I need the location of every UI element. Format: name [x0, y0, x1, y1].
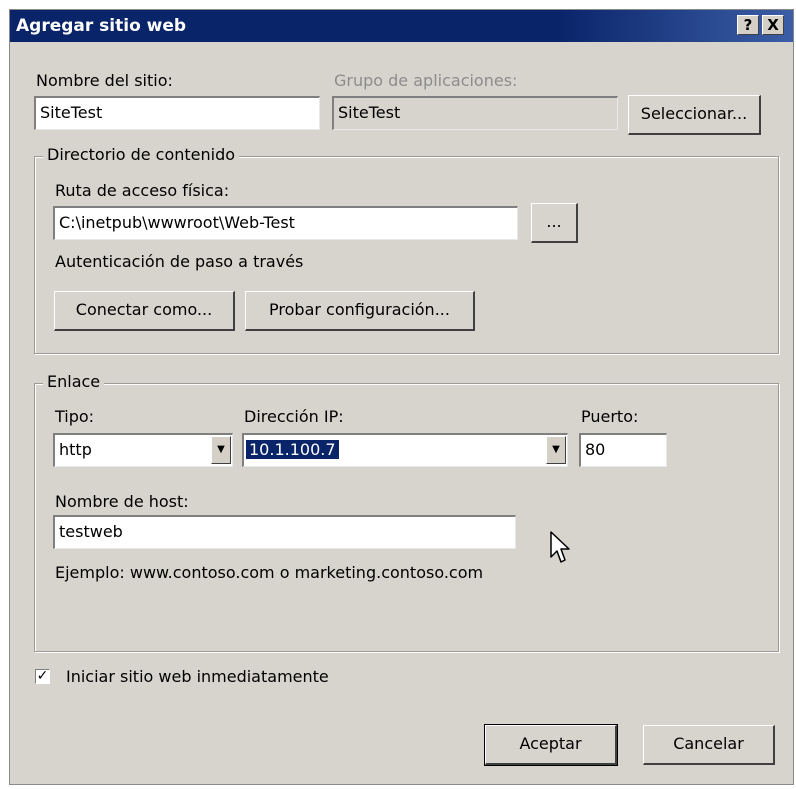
start-immediately-label: Iniciar sitio web inmediatamente: [66, 667, 329, 686]
site-name-label: Nombre del sitio:: [36, 71, 173, 90]
app-pool-field: SiteTest: [332, 96, 618, 130]
host-name-input[interactable]: testweb: [53, 515, 516, 549]
dialog-title: Agregar sitio web: [16, 16, 187, 36]
pass-through-auth-text: Autenticación de paso a través: [55, 252, 304, 271]
ip-address-select[interactable]: 10.1.100.7 ▼: [242, 433, 568, 467]
cancel-button[interactable]: Cancelar: [643, 725, 775, 765]
physical-path-input[interactable]: C:\inetpub\wwwroot\Web-Test: [53, 206, 518, 240]
test-settings-button[interactable]: Probar configuración...: [245, 291, 475, 331]
physical-path-label: Ruta de acceso física:: [55, 181, 230, 200]
ok-button[interactable]: Aceptar: [484, 724, 618, 766]
app-pool-label: Grupo de aplicaciones:: [334, 71, 518, 90]
ip-address-select-value: 10.1.100.7: [246, 440, 339, 459]
help-button[interactable]: ?: [737, 15, 759, 35]
ip-address-label: Dirección IP:: [244, 407, 344, 426]
browse-path-button[interactable]: ...: [531, 203, 578, 243]
content-directory-group-title: Directorio de contenido: [43, 145, 240, 164]
type-select[interactable]: http ▼: [53, 433, 233, 467]
chevron-down-icon[interactable]: ▼: [211, 436, 231, 464]
site-name-input[interactable]: SiteTest: [34, 96, 320, 130]
add-website-dialog: Agregar sitio web ? X Nombre del sitio: …: [9, 9, 794, 785]
start-immediately-checkbox[interactable]: ✓: [35, 669, 50, 684]
binding-group-title: Enlace: [43, 372, 105, 391]
select-app-pool-button[interactable]: Seleccionar...: [628, 95, 761, 135]
mouse-pointer-icon: [550, 531, 570, 563]
type-label: Tipo:: [55, 407, 95, 426]
host-name-label: Nombre de host:: [55, 492, 189, 511]
type-select-value: http: [59, 440, 92, 459]
port-label: Puerto:: [581, 407, 639, 426]
host-name-example-text: Ejemplo: www.contoso.com o marketing.con…: [55, 563, 484, 582]
title-bar: Agregar sitio web ? X: [10, 10, 793, 42]
connect-as-button[interactable]: Conectar como...: [54, 291, 235, 331]
chevron-down-icon[interactable]: ▼: [546, 436, 566, 464]
port-input[interactable]: 80: [579, 433, 667, 467]
close-button[interactable]: X: [762, 15, 784, 35]
